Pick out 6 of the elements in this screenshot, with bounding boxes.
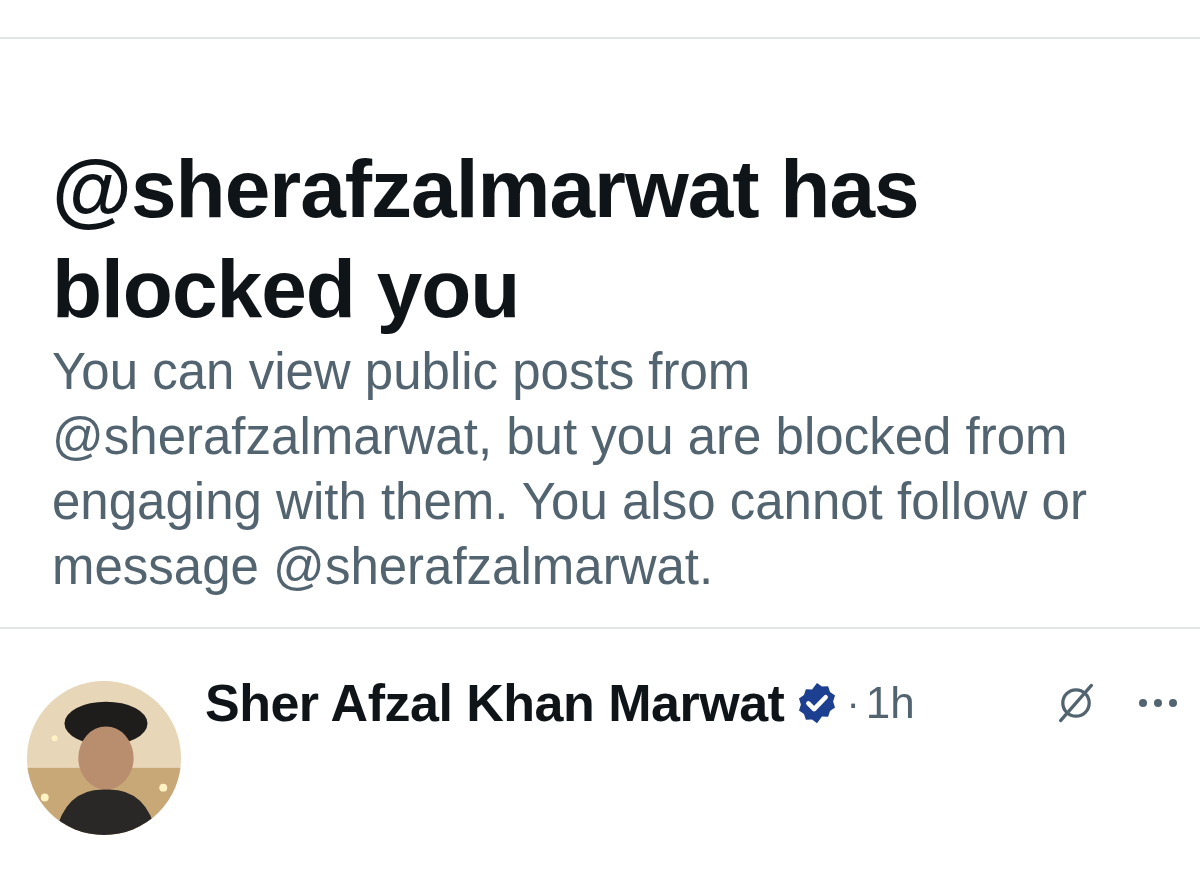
separator-dot: · [846,680,860,726]
blocked-heading: @sherafzalmarwat has blocked you [52,142,920,336]
more-icon[interactable] [1138,697,1178,709]
blocked-message: You can view public posts from @sherafzalmarwat, but you are blocked from engaging with them. You also cannot follow or message @sherafzalmarwat. [52,342,1088,597]
author-name[interactable]: Sher Afzal Khan Marwat [205,673,785,733]
post-time[interactable]: 1h [865,678,915,728]
